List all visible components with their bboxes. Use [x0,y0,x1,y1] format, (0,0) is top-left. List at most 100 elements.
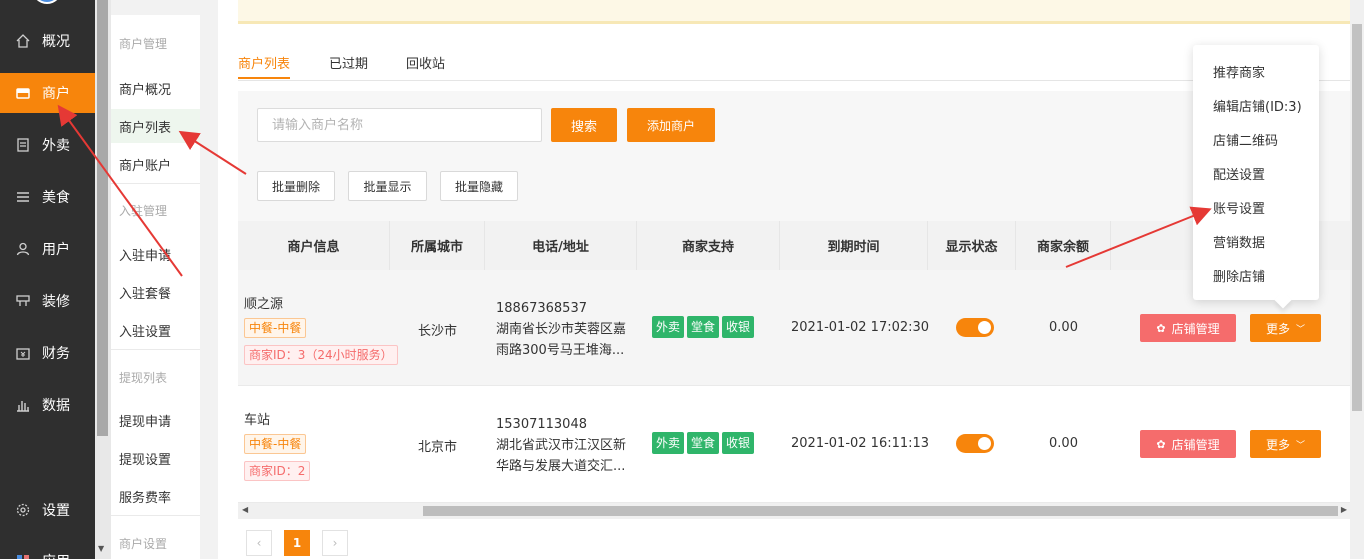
nav-label: 数据 [42,398,70,414]
balance: 0.00 [1049,320,1078,335]
nav-label: 应用 [42,551,70,559]
column-header: 商家余额 [1016,221,1111,270]
dropdown-item-delivery[interactable]: 配送设置 [1213,164,1265,183]
merchant-id-tag: 商家ID：3（24小时服务） [244,345,398,365]
prev-page-button[interactable]: ‹ [246,530,272,556]
sub-nav: 商户管理 商户概况 商户列表 商户账户 入驻管理 入驻申请 入驻套餐 入驻设置 … [111,15,200,559]
next-page-button[interactable]: › [322,530,348,556]
nav-item-overview[interactable]: 概况 [0,21,95,61]
hscroll-thumb[interactable] [423,506,1338,516]
column-header: 所属城市 [390,221,485,270]
shop-manage-label: 店铺管理 [1171,437,1220,452]
scroll-left-arrow-icon[interactable]: ◀ [242,505,248,514]
more-button[interactable]: 更多 ﹀ [1250,430,1321,458]
batch-hide-button[interactable]: 批量隐藏 [440,171,518,201]
app-root: 概况 商户 外卖 美食 用户 装修 财务 数据 设置 ▼ 商户管理 商户概况 商… [0,0,1364,559]
nav-item-data[interactable]: 数据 [0,385,95,425]
chevron-down-icon: ﹀ [1296,324,1306,335]
display-toggle[interactable] [956,318,994,337]
scroll-down-arrow-icon[interactable]: ▼ [98,544,104,553]
search-button[interactable]: 搜索 [551,108,617,142]
sub-item-merchant-list[interactable]: 商户列表 [111,109,200,143]
nav-item-decor[interactable]: 装修 [0,281,95,321]
chevron-down-icon: ﹀ [1296,440,1306,451]
main-content: 商户列表 已过期 回收站 搜索 添加商户 批量删除 批量显示 批量隐藏 商户信息… [218,0,1350,559]
nav-label: 装修 [42,294,70,310]
sub-group-title: 商户管理 [119,37,168,51]
scroll-right-arrow-icon[interactable]: ▶ [1341,505,1347,514]
nav-label: 概况 [42,34,70,50]
support-badge: 收银 [722,316,755,338]
divider [111,515,200,516]
sub-item-join-apply[interactable]: 入驻申请 [111,237,200,271]
display-toggle[interactable] [956,434,994,453]
tab-expired[interactable]: 已过期 [329,53,368,72]
nav-item-settings[interactable]: 设置 [0,490,95,530]
column-header: 电话/地址 [485,221,637,270]
search-input[interactable] [257,108,542,142]
package-tag: 中餐-中餐 [244,318,307,338]
menu-icon [14,188,32,206]
sub-item-join-package[interactable]: 入驻套餐 [111,275,200,309]
sub-item-merchant-overview[interactable]: 商户概况 [111,71,200,105]
support-badge: 外卖 [652,432,685,454]
nav-scrollbar[interactable]: ▼ [95,0,111,559]
nav-item-merchant[interactable]: 商户 [0,73,95,113]
column-header: 商户信息 [238,221,390,270]
nav-label: 美食 [42,190,70,206]
batch-show-button[interactable]: 批量显示 [348,171,427,201]
sub-group-title: 入驻管理 [119,204,168,218]
shop-name: 车站 [244,413,271,428]
support-badge: 堂食 [687,316,720,338]
nav-item-takeout[interactable]: 外卖 [0,125,95,165]
tab-merchant-list[interactable]: 商户列表 [238,53,291,79]
sub-group-title: 提现列表 [119,371,168,385]
page-vertical-scrollbar[interactable] [1350,0,1364,559]
table-row: 顺之源 中餐-中餐 商家ID：3（24小时服务） 长沙市 18867368537… [238,270,1350,386]
decor-icon [14,292,32,310]
page-button-1[interactable]: 1 [284,530,310,556]
shop-manage-button[interactable]: ✿ 店铺管理 [1140,314,1236,342]
address: 湖南省长沙市芙蓉区嘉雨路300号马王堆海... [496,322,627,358]
nav-item-user[interactable]: 用户 [0,229,95,269]
more-label: 更多 [1265,321,1290,336]
logo-icon [32,0,62,4]
tab-recycle-bin[interactable]: 回收站 [406,53,445,72]
gear-icon: ✿ [1156,321,1166,335]
sub-item-merchant-account[interactable]: 商户账户 [111,147,200,181]
vscroll-thumb[interactable] [1352,24,1362,411]
dropdown-item-edit-shop[interactable]: 编辑店铺(ID:3) [1213,96,1302,115]
apps-icon [14,552,32,559]
gear-icon: ✿ [1156,437,1166,451]
nav-label: 外卖 [42,138,70,154]
nav-scrollbar-thumb[interactable] [97,0,108,436]
nav-item-food[interactable]: 美食 [0,177,95,217]
divider [111,183,200,184]
dropdown-item-delete-shop[interactable]: 删除店铺 [1213,266,1265,285]
batch-delete-button[interactable]: 批量删除 [257,171,335,201]
home-icon [14,32,32,50]
shop-manage-button[interactable]: ✿ 店铺管理 [1140,430,1236,458]
table-horizontal-scrollbar[interactable]: ◀ ▶ [238,503,1350,519]
expire-time: 2021-01-02 16:11:13 [791,436,930,451]
nav-item-finance[interactable]: 财务 [0,333,95,373]
sub-item-join-settings[interactable]: 入驻设置 [111,313,200,347]
divider [111,349,200,350]
merchant-id-tag: 商家ID：2 [244,461,311,481]
sub-item-withdraw-apply[interactable]: 提现申请 [111,403,200,437]
city: 长沙市 [417,324,457,339]
dropdown-item-recommend[interactable]: 推荐商家 [1213,62,1265,81]
dropdown-item-account-settings[interactable]: 账号设置 [1213,198,1265,217]
phone: 18867368537 [496,301,587,316]
column-header: 商家支持 [637,221,780,270]
finance-icon [14,344,32,362]
sub-item-service-fee[interactable]: 服务费率 [111,479,200,513]
add-merchant-button[interactable]: 添加商户 [627,108,715,142]
more-button[interactable]: 更多 ﹀ [1250,314,1321,342]
notice-bar [238,0,1350,24]
nav-label: 商户 [42,86,70,102]
sub-item-withdraw-settings[interactable]: 提现设置 [111,441,200,475]
dropdown-item-marketing-data[interactable]: 营销数据 [1213,232,1265,251]
nav-item-apps[interactable]: 应用 [0,541,95,559]
dropdown-item-qrcode[interactable]: 店铺二维码 [1213,130,1278,149]
